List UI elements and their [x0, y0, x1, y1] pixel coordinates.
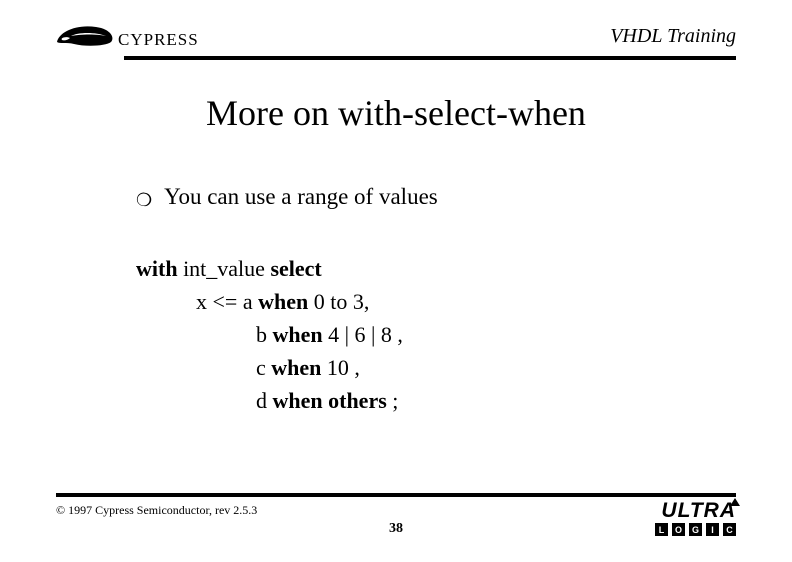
code-text: ;	[392, 388, 398, 413]
header-title: VHDL Training	[610, 25, 736, 50]
code-text: int_value	[183, 256, 270, 281]
ultra-sub-letter: C	[723, 523, 736, 536]
header-rule	[124, 56, 736, 60]
ultra-sub-letter: L	[655, 523, 668, 536]
cypress-logo-text: CYPRESS	[118, 30, 199, 50]
ultra-sub-letter: I	[706, 523, 719, 536]
code-text: 4 | 6 | 8 ,	[328, 322, 403, 347]
cypress-logo: CYPRESS	[56, 22, 199, 50]
header-row: CYPRESS VHDL Training	[56, 22, 736, 50]
bullet-text: You can use a range of values	[164, 184, 438, 210]
header: CYPRESS VHDL Training	[0, 0, 792, 60]
slide: CYPRESS VHDL Training More on with-selec…	[0, 0, 792, 562]
code-text: x <= a	[196, 289, 258, 314]
code-kw: select	[270, 256, 321, 281]
triangle-icon	[730, 498, 740, 506]
footer-rule	[56, 493, 736, 497]
footer: © 1997 Cypress Semiconductor, rev 2.5.3 …	[56, 493, 736, 536]
code-kw: when	[271, 355, 327, 380]
code-kw: when	[258, 289, 314, 314]
code-line-5: d when others ;	[136, 384, 736, 417]
code-text: c	[256, 355, 271, 380]
code-line-4: c when 10 ,	[136, 351, 736, 384]
code-block: with int_value select x <= a when 0 to 3…	[136, 252, 736, 417]
code-line-1: with int_value select	[136, 252, 736, 285]
code-kw: with	[136, 256, 183, 281]
slide-title: More on with-select-when	[106, 92, 686, 134]
ultra-logo: ULTRA L O G I C	[655, 503, 736, 536]
bullet-item: ❍ You can use a range of values	[136, 184, 736, 210]
code-kw: others	[328, 388, 392, 413]
code-text: b	[256, 322, 273, 347]
bullet-icon: ❍	[136, 191, 152, 209]
cypress-logo-icon	[56, 22, 116, 50]
content: More on with-select-when ❍ You can use a…	[0, 60, 792, 417]
code-text: 10 ,	[327, 355, 360, 380]
code-line-3: b when 4 | 6 | 8 ,	[136, 318, 736, 351]
ultra-word-text: ULTRA	[661, 499, 736, 522]
code-text: 0 to 3,	[314, 289, 370, 314]
code-line-2: x <= a when 0 to 3,	[136, 285, 736, 318]
code-kw: when	[273, 322, 329, 347]
ultra-logo-word: ULTRA	[661, 503, 736, 520]
ultra-sub-letter: O	[672, 523, 685, 536]
code-text: d	[256, 388, 273, 413]
code-kw: when	[273, 388, 329, 413]
page-number: 38	[389, 521, 403, 537]
ultra-sub-letter: G	[689, 523, 702, 536]
ultra-logo-sub: L O G I C	[655, 523, 736, 536]
copyright-text: © 1997 Cypress Semiconductor, rev 2.5.3	[56, 503, 257, 518]
footer-row: © 1997 Cypress Semiconductor, rev 2.5.3 …	[56, 503, 736, 536]
